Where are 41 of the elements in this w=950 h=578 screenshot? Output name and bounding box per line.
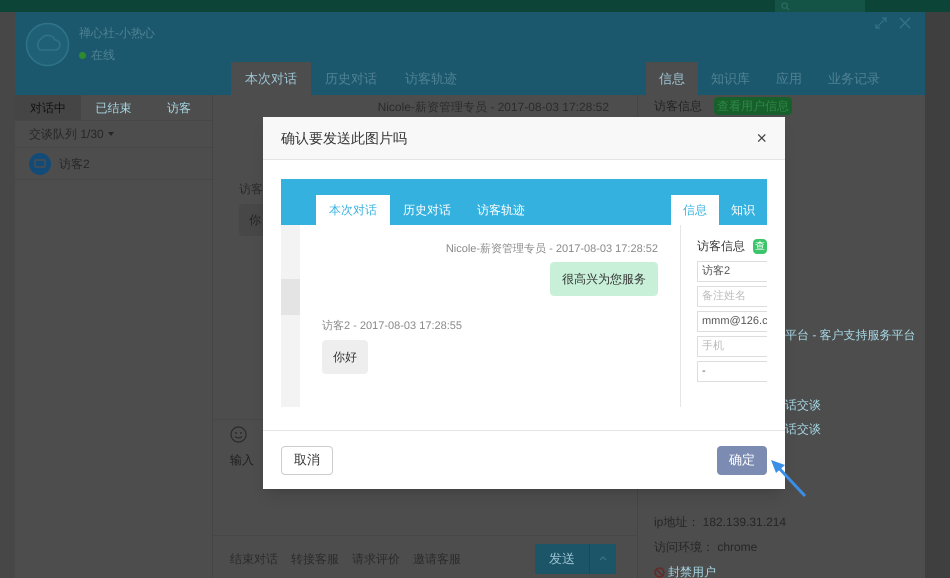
tab[interactable]: 访客轨迹	[464, 195, 538, 225]
tab[interactable]: 本次对话	[231, 62, 311, 95]
send-button[interactable]: 发送	[535, 544, 616, 574]
search-field[interactable]	[775, 0, 865, 12]
tab[interactable]: 历史对话	[390, 195, 464, 225]
input-field[interactable]: -	[697, 361, 767, 382]
dialog-title: 确认要发送此图片吗	[281, 128, 407, 148]
close-button[interactable]: ×	[756, 129, 767, 147]
search-icon	[781, 2, 790, 10]
arrow-icon	[769, 458, 807, 498]
chevron-icon	[599, 556, 607, 561]
info-link[interactable]: 话交谈	[785, 420, 925, 438]
tab[interactable]: 知识	[719, 195, 767, 225]
confirm-button[interactable]: 确定	[717, 446, 767, 474]
emoji-icon[interactable]	[230, 426, 247, 443]
input-field[interactable]: 备注姓名	[697, 286, 767, 307]
monitor-icon	[29, 152, 51, 174]
tab[interactable]: 访客	[146, 95, 212, 120]
section-heading: 访客信息	[697, 238, 745, 255]
message-meta: 访客2 - 2017-08-03 17:28:55	[322, 318, 462, 334]
tab[interactable]: 信息	[671, 195, 719, 225]
expand-icon[interactable]	[875, 17, 887, 29]
input-field[interactable]: 访客2	[697, 261, 767, 282]
info-link[interactable]: 平台 - 客户支持服务平台	[785, 326, 925, 344]
close-icon[interactable]	[899, 17, 911, 29]
view-info-badge[interactable]: 查	[753, 238, 767, 254]
info-link[interactable]: 话交谈	[785, 396, 925, 414]
ban-icon	[654, 566, 665, 578]
cancel-button[interactable]: 取消	[281, 446, 333, 474]
list-row[interactable]	[281, 279, 300, 315]
tab[interactable]: 本次对话	[316, 195, 390, 225]
input-field[interactable]: mmm@126.c	[697, 311, 767, 332]
tab[interactable]: 信息	[646, 62, 698, 95]
ban-user-link[interactable]: 封禁用户	[668, 563, 716, 578]
message-bubble: 很高兴为您服务	[550, 262, 658, 296]
input-field[interactable]: 手机	[697, 336, 767, 357]
tab[interactable]: 已结束	[80, 95, 146, 120]
message-bubble: 你好	[322, 340, 368, 374]
message-meta: Nicole-薪资管理专员 - 2017-08-03 17:28:52	[446, 242, 658, 257]
avatar-icon	[25, 22, 70, 67]
caret-icon	[108, 132, 114, 136]
